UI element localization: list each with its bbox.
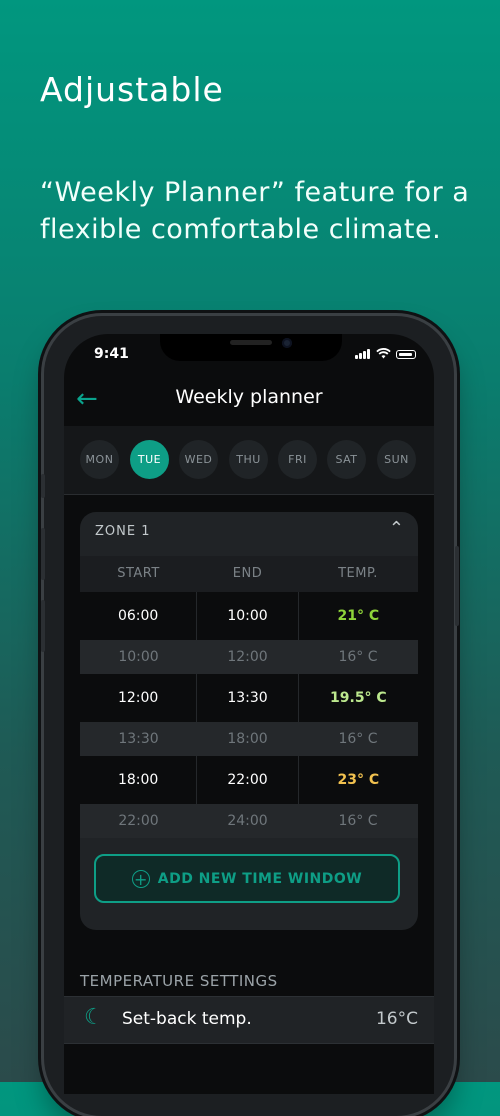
row-temp: 16° C xyxy=(338,813,378,829)
day-wed[interactable]: WED xyxy=(179,440,218,479)
setback-temp-value: 16°C xyxy=(375,1009,418,1029)
battery-icon xyxy=(396,350,416,359)
chevron-up-icon[interactable]: ⌃ xyxy=(389,518,404,539)
schedule-table: START END TEMP. 06:00 10:00 21° C 10:00 … xyxy=(80,556,418,838)
row-end: 12:00 xyxy=(227,649,268,665)
row-start: 10:00 xyxy=(118,649,159,665)
day-mon[interactable]: MON xyxy=(80,440,119,479)
phone-volume-up-button xyxy=(41,528,45,580)
front-camera xyxy=(282,338,292,348)
temperature-settings-title: TEMPERATURE SETTINGS xyxy=(80,972,278,990)
table-row[interactable]: 12:00 13:30 19.5° C xyxy=(80,674,418,722)
row-temp: 16° C xyxy=(338,649,378,665)
row-end: 13:30 xyxy=(197,674,299,722)
row-start: 22:00 xyxy=(118,813,159,829)
promo-headline: Adjustable xyxy=(40,70,224,109)
setback-temp-row[interactable]: ☾ Set-back temp. 16°C xyxy=(64,996,434,1044)
day-thu[interactable]: THU xyxy=(229,440,268,479)
row-temp: 19.5° C xyxy=(330,690,387,706)
row-end: 18:00 xyxy=(227,731,268,747)
moon-icon: ☾ xyxy=(84,1005,104,1030)
column-header-start: START xyxy=(117,566,160,581)
table-row[interactable]: 06:00 10:00 21° C xyxy=(80,592,418,640)
page-title: Weekly planner xyxy=(175,386,323,408)
day-sun[interactable]: SUN xyxy=(377,440,416,479)
row-temp: 16° C xyxy=(338,731,378,747)
row-start: 13:30 xyxy=(118,731,159,747)
status-time: 9:41 xyxy=(94,346,129,362)
row-start: 12:00 xyxy=(80,674,198,722)
row-temp: 23° C xyxy=(337,772,380,788)
wifi-icon xyxy=(376,348,391,359)
row-start: 06:00 xyxy=(80,592,198,640)
day-fri[interactable]: FRI xyxy=(278,440,317,479)
zone-card: ZONE 1 ⌃ START END TEMP. 06:00 10:00 21°… xyxy=(80,512,418,930)
column-header-end: END xyxy=(232,566,263,581)
add-time-window-label: ADD NEW TIME WINDOW xyxy=(157,870,363,887)
signal-icon xyxy=(355,349,371,359)
table-row[interactable]: 10:00 12:00 16° C xyxy=(80,640,418,674)
table-header-row: START END TEMP. xyxy=(80,556,418,592)
zone-title: ZONE 1 xyxy=(95,524,151,539)
phone-power-button xyxy=(455,546,459,626)
app-screen: 9:41 ← Weekly planner MON TUE WED THU FR… xyxy=(64,334,434,1094)
day-selector: MON TUE WED THU FRI SAT SUN xyxy=(64,426,434,495)
table-row[interactable]: 18:00 22:00 23° C xyxy=(80,756,418,804)
phone-side-button xyxy=(41,474,45,498)
add-time-window-button[interactable]: + ADD NEW TIME WINDOW xyxy=(94,854,400,903)
status-icons xyxy=(355,348,416,359)
notch xyxy=(160,334,342,361)
table-row[interactable]: 22:00 24:00 16° C xyxy=(80,804,418,838)
speaker xyxy=(230,340,272,345)
row-end: 22:00 xyxy=(197,756,299,804)
promo-subline: “Weekly Planner” feature for a flexible … xyxy=(40,177,470,245)
column-header-temp: TEMP. xyxy=(338,566,378,581)
row-end: 10:00 xyxy=(197,592,299,640)
phone-volume-down-button xyxy=(41,600,45,652)
row-start: 18:00 xyxy=(80,756,198,804)
setback-temp-label: Set-back temp. xyxy=(122,1009,252,1029)
table-row[interactable]: 13:30 18:00 16° C xyxy=(80,722,418,756)
plus-circle-icon: + xyxy=(131,869,150,888)
row-end: 24:00 xyxy=(227,813,268,829)
day-sat[interactable]: SAT xyxy=(327,440,366,479)
nav-bar: ← Weekly planner xyxy=(64,382,434,424)
zone-header[interactable]: ZONE 1 ⌃ xyxy=(80,512,418,552)
row-temp: 21° C xyxy=(337,608,380,624)
day-tue[interactable]: TUE xyxy=(130,440,169,479)
